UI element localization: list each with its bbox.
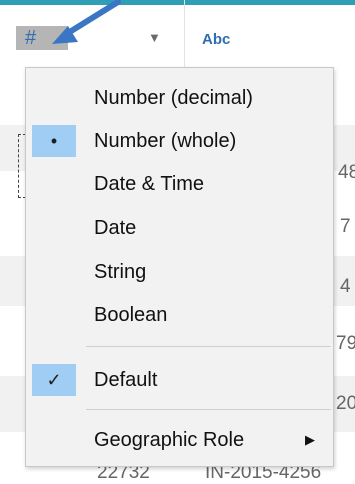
menu-item-date-time[interactable]: Date & Time — [26, 165, 333, 203]
menu-item-label: Number (whole) — [94, 130, 237, 152]
menu-item-number-decimal[interactable]: Number (decimal) — [26, 79, 333, 117]
menu-item-default[interactable]: ✓ Default — [26, 361, 333, 399]
data-type-button[interactable]: # — [16, 26, 68, 50]
menu-item-number-whole[interactable]: • Number (whole) — [26, 122, 333, 160]
menu-item-label: Default — [94, 369, 158, 391]
table-cell: 48 — [338, 162, 355, 183]
data-type-menu: Number (decimal) • Number (whole) Date &… — [25, 67, 334, 467]
menu-item-label: Geographic Role — [94, 429, 245, 451]
menu-item-label: Boolean — [94, 304, 168, 326]
table-cell: 4 — [340, 276, 351, 297]
table-cell: 79 — [336, 333, 355, 354]
menu-item-geographic-role[interactable]: Geographic Role ▶ — [26, 421, 333, 459]
menu-separator — [86, 409, 331, 410]
menu-item-label: Number (decimal) — [94, 87, 253, 109]
table-cell: 20 — [336, 393, 355, 414]
menu-item-label: Date — [94, 217, 137, 239]
menu-item-boolean[interactable]: Boolean — [26, 296, 333, 334]
chevron-down-icon[interactable]: ▼ — [148, 30, 161, 46]
column-divider — [184, 0, 185, 68]
checkmark-icon: ✓ — [32, 364, 76, 396]
menu-separator — [86, 346, 331, 347]
menu-item-label: Date & Time — [94, 173, 205, 195]
number-type-icon: # — [25, 27, 37, 49]
submenu-arrow-icon: ▶ — [305, 432, 315, 447]
menu-item-string[interactable]: String — [26, 253, 333, 291]
string-type-icon[interactable]: Abc — [202, 31, 230, 48]
header-accent-strip — [0, 0, 355, 5]
menu-item-date[interactable]: Date — [26, 209, 333, 247]
menu-item-label: String — [94, 261, 147, 283]
table-cell: 7 — [340, 216, 351, 237]
selected-bullet-icon: • — [32, 125, 76, 157]
